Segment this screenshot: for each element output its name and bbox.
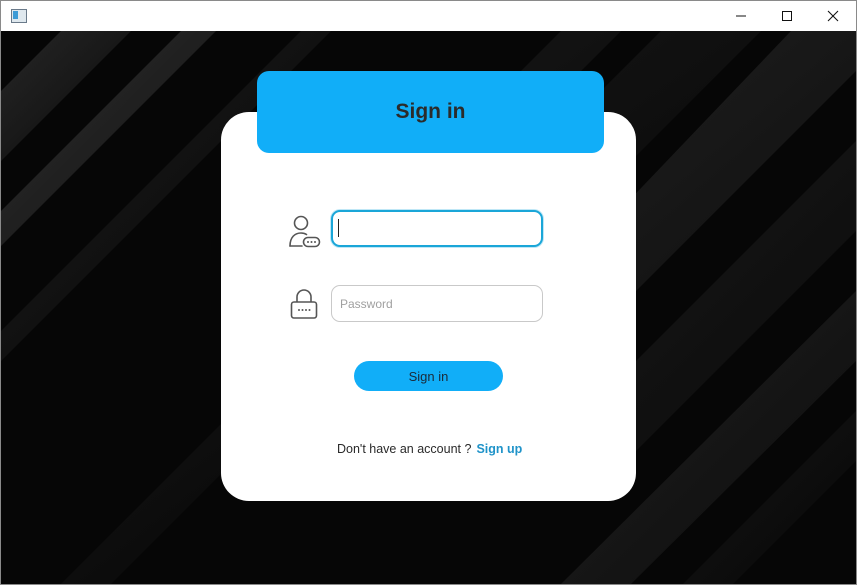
text-caret: [338, 219, 339, 237]
minimize-icon: [736, 15, 746, 17]
sign-in-button[interactable]: Sign in: [354, 361, 503, 391]
minimize-button[interactable]: [718, 1, 764, 31]
maximize-button[interactable]: [764, 1, 810, 31]
login-screen: Sign in Sign in Don't have an account ? S…: [1, 31, 856, 584]
app-icon: [11, 9, 27, 23]
password-input[interactable]: [331, 285, 543, 322]
lock-icon: [290, 289, 318, 319]
user-icon: [289, 215, 321, 248]
sign-up-link[interactable]: Sign up: [476, 442, 522, 456]
maximize-icon: [782, 11, 792, 21]
close-icon: [827, 10, 839, 22]
signup-prompt-text: Don't have an account ?: [337, 442, 472, 456]
app-window: Sign in Sign in Don't have an account ? S…: [0, 0, 857, 585]
title-bar[interactable]: [1, 1, 856, 31]
signup-prompt-row: Don't have an account ? Sign up: [337, 442, 522, 456]
login-header: Sign in: [257, 71, 604, 153]
page-title: Sign in: [395, 100, 466, 123]
close-button[interactable]: [810, 1, 856, 31]
username-input[interactable]: [331, 210, 543, 247]
